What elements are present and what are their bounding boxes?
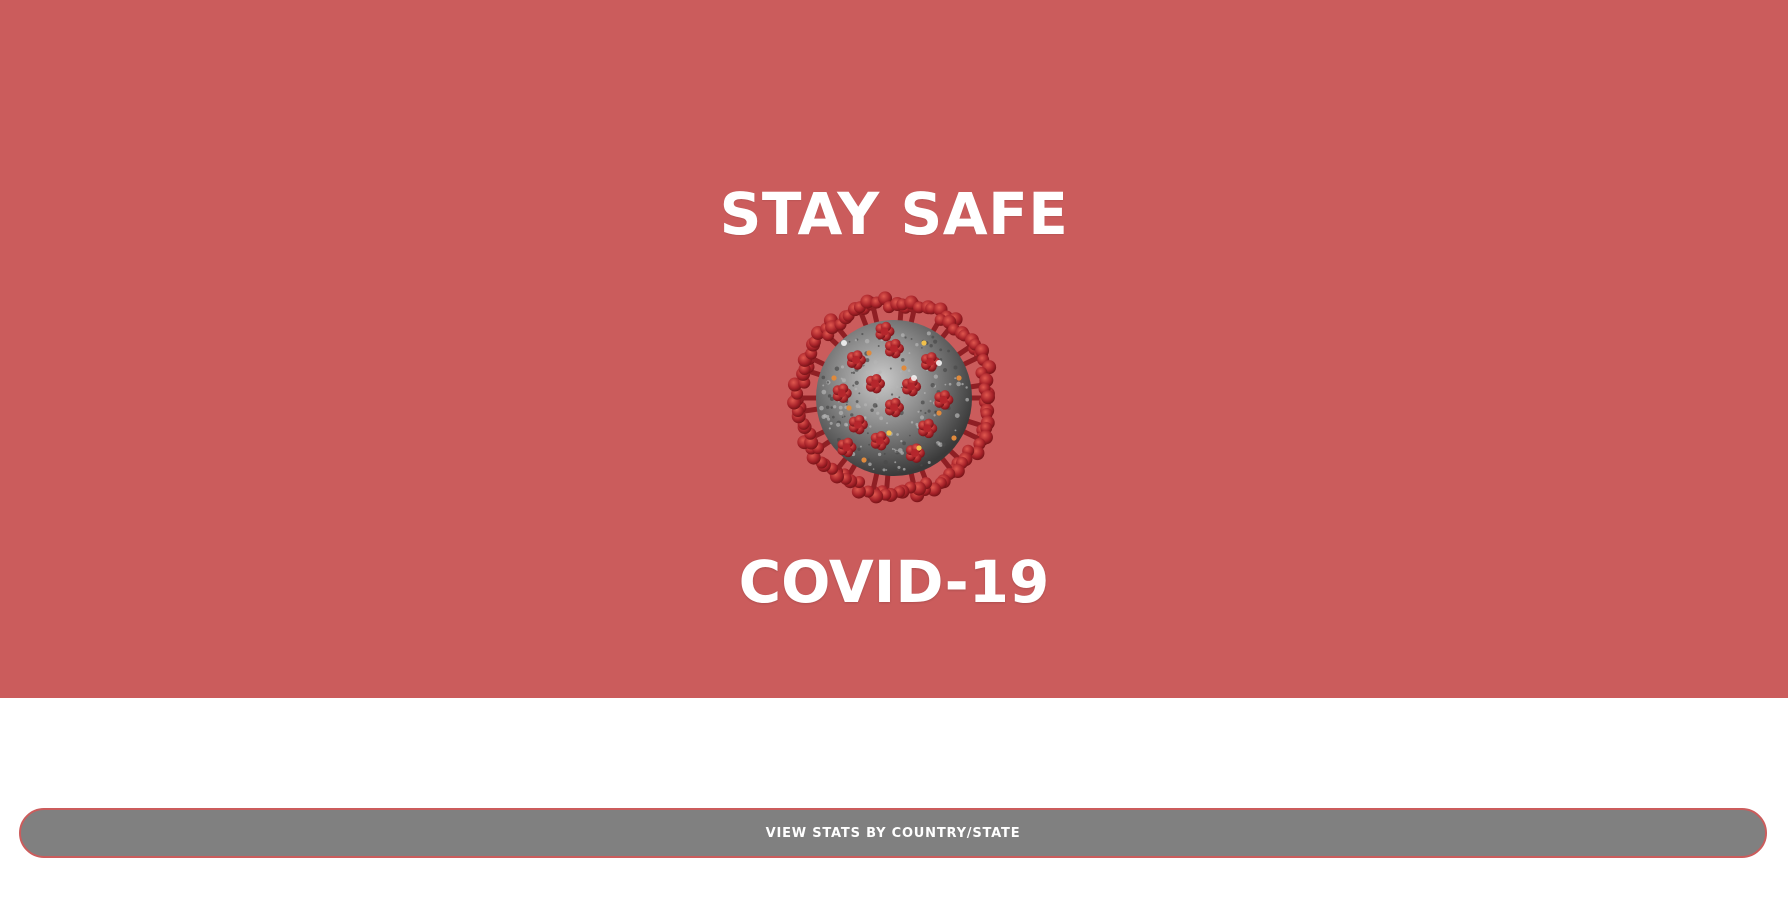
view-stats-button[interactable]: VIEW STATS BY COUNTRY/STATE xyxy=(19,808,1767,858)
hero-banner: STAY SAFE COVID-19 xyxy=(0,0,1788,698)
coronavirus-image xyxy=(787,291,997,504)
hero-title: STAY SAFE xyxy=(719,180,1069,248)
coronavirus-illustration xyxy=(778,282,1010,514)
virus-body xyxy=(787,291,997,504)
hero-subtitle: COVID-19 xyxy=(738,548,1050,616)
